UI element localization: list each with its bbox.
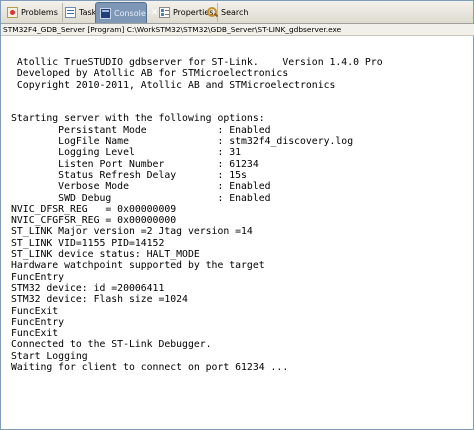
console-line: Waiting for client to connect on port 61… — [11, 362, 289, 374]
search-icon — [207, 7, 218, 18]
console-line: LogFile Name : stm32f4_discovery.log — [11, 136, 354, 148]
console-line: ST_LINK VID=1155 PID=14152 — [11, 237, 165, 249]
console-line: Atollic TrueSTUDIO gdbserver for ST-Link… — [11, 57, 383, 68]
tasks-icon — [65, 7, 76, 18]
console-line: SWD Debug : Enabled — [11, 192, 271, 204]
console-line: FuncExit — [11, 305, 59, 317]
console-output-area[interactable]: Atollic TrueSTUDIO gdbserver for ST-Link… — [1, 36, 473, 429]
console-line: ST_LINK Major version =2 Jtag version =1… — [11, 226, 253, 238]
tab-search[interactable]: Search — [203, 3, 252, 22]
console-line: Logging Level : 31 — [11, 147, 242, 159]
view-tab-bar: Problems Tasks Console ✕ Properties Sear… — [1, 1, 473, 24]
console-line: Hardware watchpoint supported by the tar… — [11, 260, 265, 272]
console-output[interactable]: Atollic TrueSTUDIO gdbserver for ST-Link… — [1, 36, 473, 373]
console-line: STM32 device: Flash size =1024 — [11, 294, 188, 306]
console-line: FuncEntry — [11, 316, 65, 328]
console-line: Start Logging — [11, 350, 88, 362]
console-line: Persistant Mode : Enabled — [11, 124, 271, 136]
console-line: STM32 device: id =20006411 — [11, 282, 165, 294]
console-line: FuncExit — [11, 328, 59, 340]
console-line: Starting server with the following optio… — [11, 113, 265, 125]
properties-icon — [159, 7, 170, 18]
console-line: NVIC_DFSR_REG = 0x00000009 — [11, 203, 177, 215]
console-line: Developed by Atollic AB for STMicroelect… — [11, 68, 289, 80]
tab-console[interactable]: Console ✕ — [95, 2, 158, 23]
tab-problems[interactable]: Problems — [3, 3, 63, 22]
console-line: Listen Port Number : 61234 — [11, 158, 259, 170]
console-line: FuncEntry — [11, 271, 65, 283]
console-view: Problems Tasks Console ✕ Properties Sear… — [0, 0, 474, 430]
console-process-title: STM32F4_GDB_Server [Program] C:\WorkSTM3… — [1, 24, 474, 36]
tab-label: Problems — [21, 8, 58, 17]
problems-icon — [7, 7, 18, 18]
console-line: NVIC_CFGFSR_REG = 0x00000000 — [11, 215, 177, 227]
console-line: ST_LINK device status: HALT_MODE — [11, 249, 200, 261]
console-line: Verbose Mode : Enabled — [11, 181, 271, 193]
console-line: Status Refresh Delay : 15s — [11, 169, 247, 181]
tab-label: Search — [221, 8, 249, 17]
tab-label: Console — [114, 8, 146, 18]
console-line: Connected to the ST-Link Debugger. — [11, 339, 212, 351]
console-icon — [100, 7, 111, 19]
console-line: Copyright 2010-2011, Atollic AB and STMi… — [11, 79, 336, 91]
